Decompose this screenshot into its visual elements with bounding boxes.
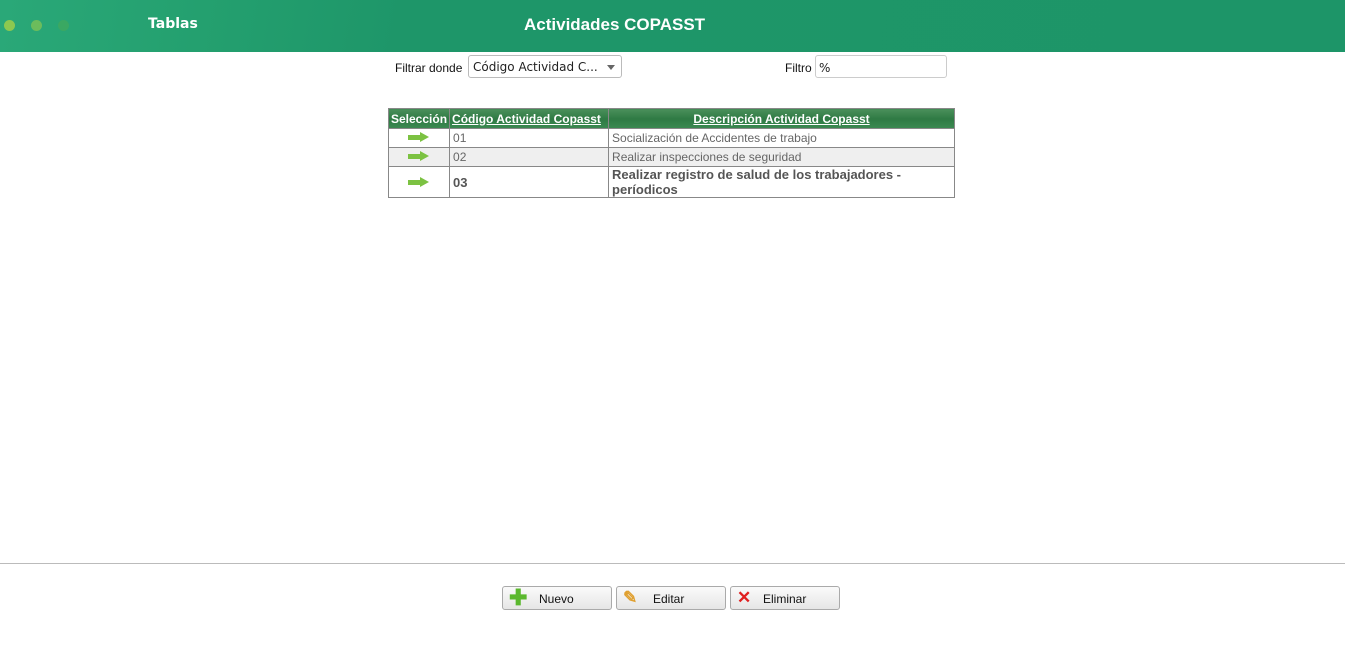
select-arrow-icon[interactable] bbox=[408, 176, 430, 187]
activities-table: Selección Código Actividad Copasst Descr… bbox=[387, 108, 956, 198]
code-cell: 03 bbox=[449, 166, 610, 198]
code-cell: 01 bbox=[449, 128, 610, 148]
filter-label: Filtro bbox=[785, 61, 812, 75]
window-dot-icon bbox=[58, 20, 69, 31]
section-link-tablas[interactable]: Tablas bbox=[148, 16, 198, 32]
header-bar: Tablas Actividades COPASST bbox=[0, 0, 1345, 52]
filter-input[interactable]: % bbox=[815, 55, 947, 78]
window-dot-icon bbox=[31, 20, 42, 31]
filter-field-select[interactable]: Código Actividad C... bbox=[468, 55, 622, 78]
divider bbox=[0, 563, 1345, 564]
x-icon: ✕ bbox=[737, 588, 752, 607]
delete-label: Eliminar bbox=[763, 592, 807, 606]
page-title: Actividades COPASST bbox=[524, 15, 706, 34]
description-cell: Realizar inspecciones de seguridad bbox=[608, 147, 956, 167]
chevron-down-icon bbox=[607, 65, 615, 70]
table-row[interactable]: 03 Realizar registro de salud de los tra… bbox=[387, 166, 956, 198]
description-cell: Realizar registro de salud de los trabaj… bbox=[608, 166, 956, 198]
window-dot-icon bbox=[4, 20, 15, 31]
column-header-codigo[interactable]: Código Actividad Copasst bbox=[449, 108, 610, 129]
code-cell: 02 bbox=[449, 147, 610, 167]
delete-button[interactable]: ✕ Eliminar bbox=[730, 586, 840, 610]
table-row[interactable]: 02 Realizar inspecciones de seguridad bbox=[387, 147, 956, 167]
new-label: Nuevo bbox=[539, 592, 574, 606]
edit-button[interactable]: ✎ Editar bbox=[616, 586, 726, 610]
new-button[interactable]: ✚ Nuevo bbox=[502, 586, 612, 610]
description-cell: Socialización de Accidentes de trabajo bbox=[608, 128, 956, 148]
select-arrow-icon[interactable] bbox=[408, 151, 430, 161]
plus-icon: ✚ bbox=[509, 585, 528, 610]
column-header-seleccion: Selección bbox=[387, 108, 451, 129]
table-row[interactable]: 01 Socialización de Accidentes de trabaj… bbox=[387, 128, 956, 148]
filter-where-label: Filtrar donde bbox=[395, 61, 463, 75]
pencil-icon: ✎ bbox=[623, 588, 638, 607]
select-arrow-icon[interactable] bbox=[408, 132, 430, 142]
column-header-descripcion[interactable]: Descripción Actividad Copasst bbox=[608, 108, 956, 129]
edit-label: Editar bbox=[653, 592, 685, 606]
sort-link-descripcion[interactable]: Descripción Actividad Copasst bbox=[693, 112, 869, 126]
filter-field-value: Código Actividad C... bbox=[473, 60, 598, 74]
sort-link-codigo[interactable]: Código Actividad Copasst bbox=[452, 112, 601, 126]
